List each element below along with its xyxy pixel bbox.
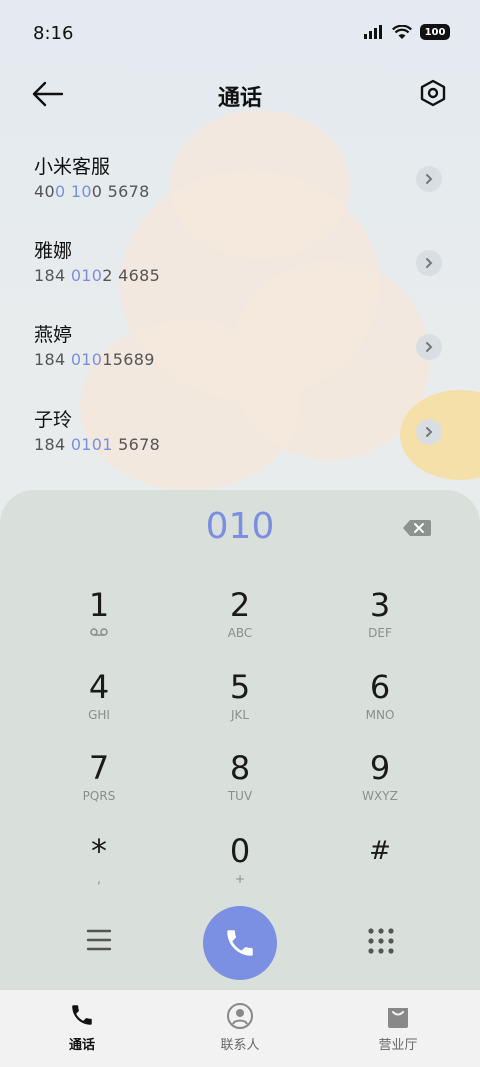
key-digit: 4 bbox=[88, 668, 110, 706]
contact-detail-button[interactable] bbox=[416, 166, 442, 192]
status-bar: 8:16 100 bbox=[0, 0, 480, 66]
dial-key-hash[interactable]: # bbox=[310, 824, 450, 900]
key-letters: + bbox=[234, 872, 246, 886]
battery-icon: 100 bbox=[420, 24, 450, 40]
page-title: 通话 bbox=[217, 86, 262, 111]
bottom-tab-bar: 通话 联系人 营业厅 bbox=[0, 990, 480, 1067]
key-digit: 8 bbox=[229, 749, 251, 787]
key-digit: 7 bbox=[88, 749, 110, 787]
key-letters: PQRS bbox=[82, 789, 116, 803]
dial-key-0[interactable]: 0 + bbox=[170, 824, 310, 900]
key-letters: GHI bbox=[88, 708, 110, 722]
dial-key-4[interactable]: 4 GHI bbox=[29, 660, 169, 736]
keypad-grid-icon bbox=[368, 928, 394, 954]
tab-label: 营业厅 bbox=[378, 1038, 418, 1053]
key-digit: 9 bbox=[369, 749, 391, 787]
key-letters: , bbox=[97, 872, 101, 886]
tab-contacts[interactable]: 联系人 bbox=[170, 990, 310, 1067]
dial-key-2[interactable]: 2 ABC bbox=[170, 578, 310, 654]
dialpad-toggle-button[interactable] bbox=[366, 926, 396, 956]
chevron-right-icon bbox=[426, 258, 433, 268]
key-digit: 5 bbox=[229, 668, 251, 706]
hamburger-menu-icon bbox=[86, 929, 112, 951]
tab-label: 通话 bbox=[68, 1038, 95, 1053]
header: 通话 bbox=[0, 66, 480, 122]
contact-number: 184 0102 4685 bbox=[34, 266, 161, 285]
key-digit: # bbox=[369, 836, 391, 866]
contact-detail-button[interactable] bbox=[416, 250, 442, 276]
dial-key-3[interactable]: 3 DEF bbox=[310, 578, 450, 654]
key-digit: 2 bbox=[229, 586, 251, 624]
key-letters bbox=[310, 872, 450, 886]
settings-button[interactable] bbox=[418, 78, 448, 108]
tab-service-hall[interactable]: 营业厅 bbox=[328, 990, 468, 1067]
backspace-icon bbox=[403, 520, 431, 536]
key-letters: WXYZ bbox=[362, 789, 398, 803]
contact-name: 小米客服 bbox=[34, 156, 111, 178]
menu-button[interactable] bbox=[82, 926, 116, 954]
signal-icon bbox=[364, 25, 382, 39]
chevron-right-icon bbox=[426, 427, 433, 437]
key-digit: 3 bbox=[369, 586, 391, 624]
delete-button[interactable] bbox=[402, 518, 432, 538]
contact-row[interactable]: 子玲 184 0101 5678 bbox=[0, 405, 480, 489]
contact-name: 雅娜 bbox=[34, 240, 73, 262]
contact-number: 184 01015689 bbox=[34, 350, 155, 369]
voicemail-icon bbox=[29, 626, 169, 640]
dial-key-star[interactable]: * , bbox=[29, 824, 169, 900]
chevron-right-icon bbox=[426, 174, 433, 184]
key-digit: * bbox=[91, 832, 107, 870]
dial-key-1[interactable]: 1 bbox=[29, 578, 169, 654]
contact-row[interactable]: 燕婷 184 01015689 bbox=[0, 320, 480, 404]
dial-key-9[interactable]: 9 WXYZ bbox=[310, 741, 450, 817]
contact-person-icon bbox=[227, 1003, 253, 1029]
key-digit: 6 bbox=[369, 668, 391, 706]
tab-label: 联系人 bbox=[220, 1038, 260, 1053]
dial-key-6[interactable]: 6 MNO bbox=[310, 660, 450, 736]
chevron-right-icon bbox=[426, 342, 433, 352]
shopping-bag-icon bbox=[388, 1008, 408, 1028]
contact-number: 400 100 5678 bbox=[34, 182, 150, 201]
contact-name: 燕婷 bbox=[34, 324, 73, 346]
wifi-icon bbox=[392, 24, 412, 39]
dial-key-7[interactable]: 7 PQRS bbox=[29, 741, 169, 817]
contact-detail-button[interactable] bbox=[416, 419, 442, 445]
dial-key-5[interactable]: 5 JKL bbox=[170, 660, 310, 736]
key-letters: ABC bbox=[227, 626, 253, 640]
tab-calls[interactable]: 通话 bbox=[12, 990, 152, 1067]
contact-number: 184 0101 5678 bbox=[34, 435, 161, 454]
key-digit: 0 bbox=[229, 832, 251, 870]
contact-row[interactable]: 雅娜 184 0102 4685 bbox=[0, 236, 480, 320]
phone-handset-icon bbox=[227, 930, 253, 956]
key-letters: JKL bbox=[230, 708, 250, 722]
key-letters: MNO bbox=[365, 708, 395, 722]
settings-hexagon-icon bbox=[420, 79, 446, 107]
phone-icon bbox=[72, 1005, 92, 1025]
contact-name: 子玲 bbox=[34, 409, 73, 431]
key-letters: DEF bbox=[368, 626, 392, 640]
dial-key-8[interactable]: 8 TUV bbox=[170, 741, 310, 817]
key-letters: TUV bbox=[227, 789, 253, 803]
clock: 8:16 bbox=[33, 23, 74, 44]
contact-detail-button[interactable] bbox=[416, 334, 442, 360]
contact-row[interactable]: 小米客服 400 100 5678 bbox=[0, 152, 480, 236]
dialpad-panel: 010 1 2 ABC 3 DEF 4 GHI 5 JKL 6 MNO 7 PQ… bbox=[0, 490, 480, 990]
key-digit: 1 bbox=[88, 586, 110, 624]
call-button[interactable] bbox=[203, 906, 277, 980]
